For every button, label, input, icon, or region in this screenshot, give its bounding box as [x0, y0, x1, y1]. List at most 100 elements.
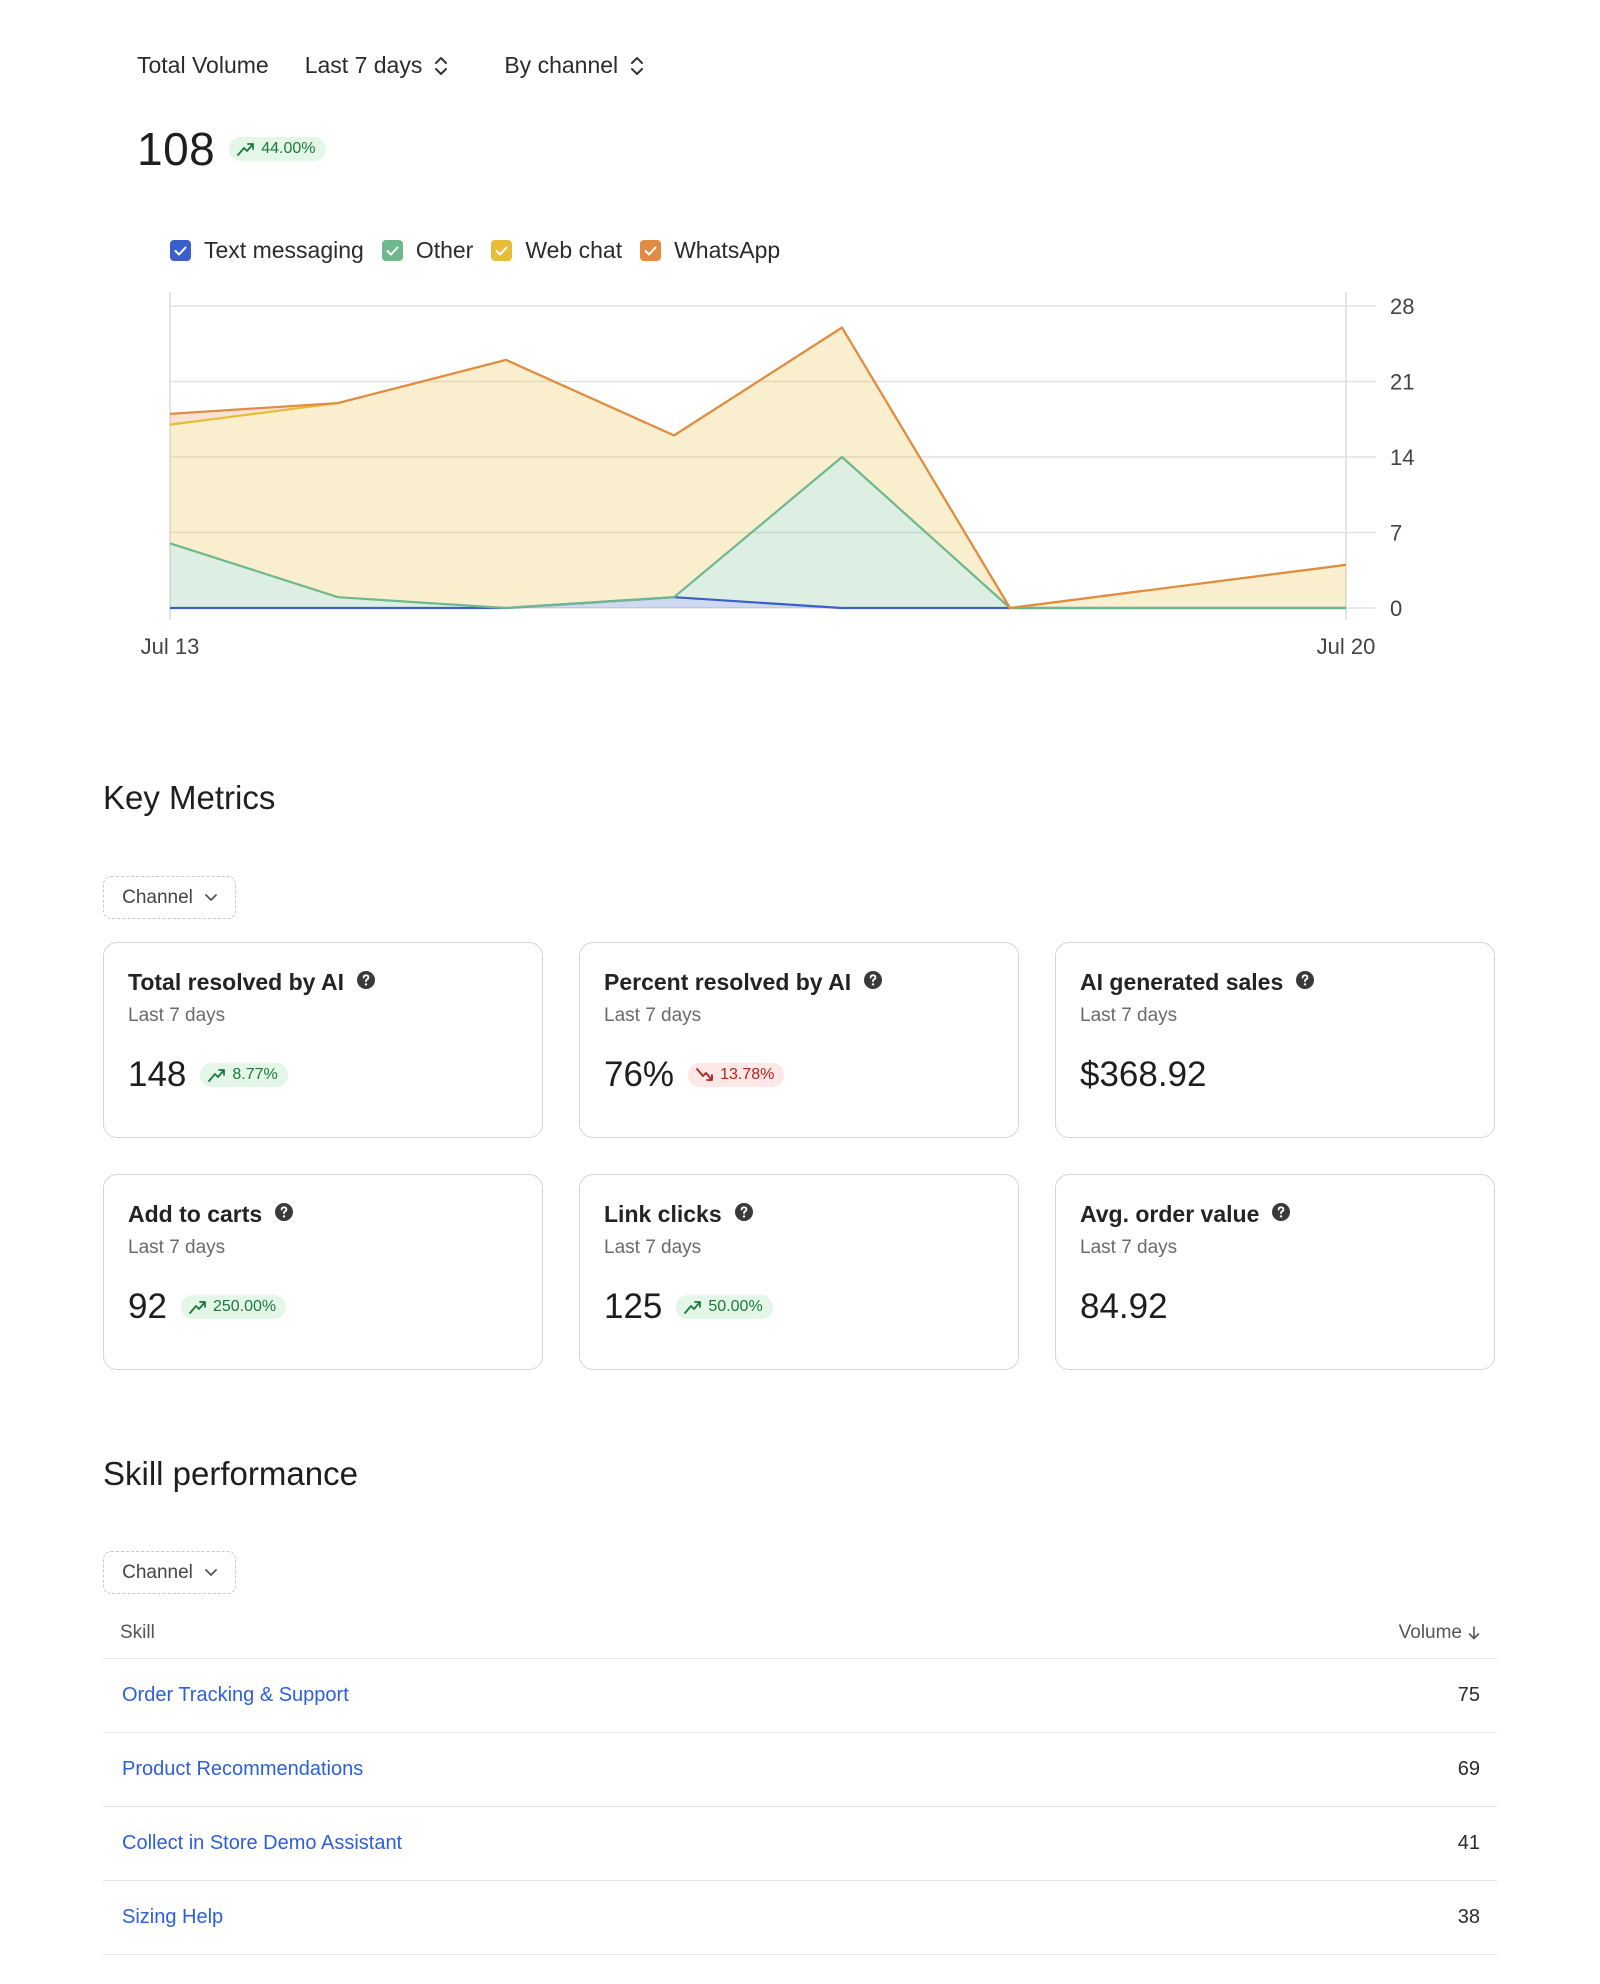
- metric-value-row: 76% 13.78%: [604, 1055, 785, 1095]
- legend-item-text-messaging[interactable]: Text messaging: [170, 237, 364, 264]
- skill-link[interactable]: Collect in Store Demo Assistant: [122, 1832, 402, 1855]
- metric-title: Add to carts: [128, 1201, 294, 1228]
- legend-item-web-chat[interactable]: Web chat: [491, 237, 622, 264]
- legend-item-whatsapp[interactable]: WhatsApp: [640, 237, 780, 264]
- period-selector[interactable]: Last 7 days: [305, 52, 449, 79]
- chevron-down-icon: [204, 893, 217, 901]
- chart-legend: Text messaging Other Web chat WhatsApp: [170, 237, 798, 264]
- x-tick-label: Jul 13: [141, 634, 200, 659]
- skills-channel-filter[interactable]: Channel: [103, 1551, 236, 1594]
- x-tick-label: Jul 20: [1317, 634, 1376, 659]
- metric-value-row: 125 50.00%: [604, 1287, 773, 1327]
- change-value: 13.78%: [720, 1066, 775, 1083]
- key-metrics-channel-filter[interactable]: Channel: [103, 876, 236, 919]
- metric-card: Avg. order value Last 7 days 84.92: [1055, 1174, 1495, 1370]
- trend-up-icon: [237, 143, 255, 156]
- trend-down-icon: [696, 1068, 713, 1081]
- table-row[interactable]: Product Recommendations 69: [103, 1733, 1497, 1807]
- skill-volume: 75: [1457, 1684, 1480, 1706]
- volume-column-header[interactable]: Volume: [1399, 1622, 1480, 1644]
- checkbox-icon: [381, 240, 403, 261]
- filter-label: Channel: [122, 886, 193, 908]
- legend-label: Text messaging: [204, 237, 364, 263]
- help-icon[interactable]: [863, 969, 883, 996]
- trend-up-icon: [189, 1301, 206, 1314]
- legend-label: WhatsApp: [674, 237, 781, 263]
- skill-link[interactable]: Order Tracking & Support: [122, 1684, 349, 1707]
- metric-value-row: 148 8.77%: [128, 1055, 288, 1095]
- skill-volume: 69: [1457, 1758, 1480, 1780]
- metric-title: Total resolved by AI: [128, 969, 376, 996]
- total-value: 108: [137, 123, 216, 175]
- skill-link[interactable]: Product Recommendations: [122, 1758, 363, 1781]
- legend-label: Web chat: [525, 237, 623, 263]
- help-icon[interactable]: [274, 1201, 294, 1228]
- checkbox-icon: [640, 240, 662, 261]
- help-icon[interactable]: [1295, 969, 1315, 996]
- y-tick-label: 28: [1390, 294, 1414, 319]
- checkbox-icon: [491, 240, 513, 261]
- metric-card: Percent resolved by AI Last 7 days 76% 13.7…: [579, 942, 1019, 1138]
- table-row[interactable]: Collect in Store Demo Assistant 41: [103, 1807, 1497, 1881]
- help-icon[interactable]: [734, 1201, 754, 1228]
- metric-label: Total Volume: [137, 52, 269, 78]
- table-header: Skill Volume: [103, 1608, 1497, 1659]
- metric-value: 125: [604, 1287, 663, 1326]
- y-tick-label: 7: [1390, 521, 1402, 546]
- filter-label: Channel: [122, 1561, 193, 1583]
- metric-title-text: Link clicks: [604, 1201, 722, 1227]
- up-down-chevron-icon: [631, 56, 644, 75]
- y-tick-label: 0: [1390, 596, 1402, 621]
- metric-period: Last 7 days: [604, 1237, 702, 1258]
- skill-table: Skill Volume Order Tracking & Support 75 P…: [103, 1608, 1497, 1955]
- volume-header-label: Volume: [1398, 1622, 1462, 1643]
- volume-area-chart: 0 7 14 21 28 Jul 13 Jul 20: [141, 292, 1414, 659]
- metric-title-text: Add to carts: [128, 1201, 263, 1227]
- metric-value: $368.92: [1080, 1055, 1207, 1094]
- metric-period: Last 7 days: [604, 1005, 702, 1026]
- metric-value: 76%: [604, 1055, 675, 1094]
- metric-period: Last 7 days: [128, 1005, 226, 1026]
- skill-volume: 38: [1457, 1906, 1480, 1928]
- y-tick-label: 14: [1390, 445, 1414, 470]
- legend-item-other[interactable]: Other: [381, 237, 473, 264]
- change-badge: 8.77%: [200, 1063, 288, 1087]
- help-icon[interactable]: [1271, 1201, 1291, 1228]
- change-value: 50.00%: [708, 1298, 763, 1315]
- change-badge: 250.00%: [180, 1295, 287, 1319]
- arrow-down-icon: [1468, 1626, 1480, 1640]
- total-volume: 108 44.00%: [137, 122, 326, 176]
- change-badge: 13.78%: [688, 1063, 785, 1087]
- help-icon[interactable]: [356, 969, 376, 996]
- period-selector-label: Last 7 days: [304, 52, 423, 78]
- trend-up-icon: [208, 1069, 226, 1082]
- group-selector-label: By channel: [504, 52, 619, 78]
- metric-value-row: 92 250.00%: [128, 1287, 287, 1327]
- metric-title-text: AI generated sales: [1080, 969, 1284, 995]
- metric-title-text: Avg. order value: [1080, 1201, 1260, 1227]
- metric-period: Last 7 days: [1080, 1005, 1178, 1026]
- change-badge: 50.00%: [676, 1295, 773, 1319]
- skill-column-header: Skill: [120, 1622, 155, 1643]
- skill-link[interactable]: Sizing Help: [122, 1906, 223, 1929]
- checkbox-icon: [170, 240, 191, 261]
- metric-period: Last 7 days: [128, 1237, 226, 1258]
- key-metrics-title: Key Metrics: [103, 779, 276, 816]
- table-row[interactable]: Sizing Help 38: [103, 1881, 1497, 1955]
- change-value: 44.00%: [261, 140, 316, 157]
- metric-value: 84.92: [1080, 1287, 1168, 1326]
- up-down-chevron-icon: [435, 56, 448, 75]
- change-value: 8.77%: [232, 1066, 278, 1083]
- metric-value: 92: [128, 1287, 167, 1326]
- table-row[interactable]: Order Tracking & Support 75: [103, 1659, 1497, 1733]
- skill-volume: 41: [1457, 1832, 1480, 1854]
- metric-title-text: Percent resolved by AI: [604, 969, 852, 995]
- metric-period: Last 7 days: [1080, 1237, 1178, 1258]
- table-body: Order Tracking & Support 75 Product Recomm…: [103, 1659, 1497, 1955]
- metric-title: Link clicks: [604, 1201, 754, 1228]
- metric-title: AI generated sales: [1080, 969, 1315, 996]
- metric-card: AI generated sales Last 7 days $368.92: [1055, 942, 1495, 1138]
- group-selector[interactable]: By channel: [504, 52, 644, 79]
- metric-card: Link clicks Last 7 days 125 50.00%: [579, 1174, 1019, 1370]
- metric-value-row: 84.92: [1080, 1287, 1168, 1327]
